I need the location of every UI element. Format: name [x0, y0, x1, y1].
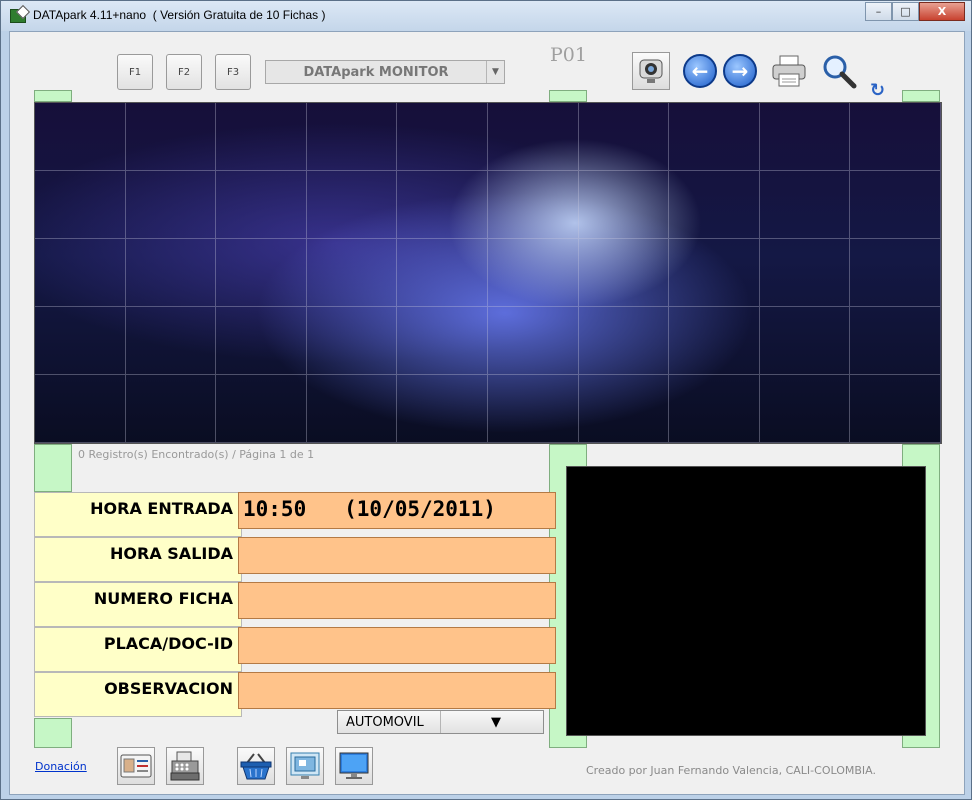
id-card-icon — [120, 754, 152, 778]
forward-arrow-icon: → — [723, 54, 757, 88]
screen-capture-icon — [290, 752, 320, 779]
banner-grid — [35, 103, 941, 443]
maximize-button[interactable]: □ — [892, 2, 919, 21]
vehicle-type-value: AUTOMOVIL — [346, 714, 424, 730]
f1-button[interactable]: F1 — [117, 54, 153, 90]
field-hora-salida[interactable] — [238, 537, 556, 574]
monitor-icon — [339, 752, 369, 779]
label-numero-ficha: NUMERO FICHA — [34, 582, 242, 627]
screen-capture-button[interactable] — [286, 747, 324, 785]
search-button[interactable] — [820, 52, 858, 90]
position-code: P01 — [550, 44, 587, 66]
magnifier-icon — [823, 55, 857, 89]
side-panel-mid-left — [34, 444, 72, 492]
close-button[interactable]: X — [919, 2, 965, 21]
monitor-select-value: DATApark MONITOR — [303, 64, 449, 80]
author-credit: Creado por Juan Fernando Valencia, CALI-… — [586, 764, 876, 777]
records-status: 0 Registro(s) Encontrado(s) / Página 1 d… — [78, 448, 315, 461]
side-panel-top-center — [549, 90, 587, 102]
refresh-icon[interactable]: ↻ — [870, 80, 885, 101]
forward-button[interactable]: → — [721, 52, 759, 90]
side-panel-bottom-left — [34, 718, 72, 748]
label-hora-entrada: HORA ENTRADA — [34, 492, 242, 537]
f3-button[interactable]: F3 — [215, 54, 251, 90]
webcam-button[interactable] — [632, 52, 670, 90]
cash-register-icon — [170, 751, 200, 781]
back-button[interactable]: ← — [681, 52, 719, 90]
side-panel-top-left — [34, 90, 72, 102]
monitor-select[interactable]: DATApark MONITOR ▼ — [265, 60, 505, 84]
minimize-button[interactable]: – — [865, 2, 892, 21]
client-area: F1 F2 F3 DATApark MONITOR ▼ P01 ← → ↻ 0 … — [9, 31, 965, 795]
field-hora-entrada[interactable]: 10:50 (10/05/2011) — [238, 492, 556, 529]
donation-link[interactable]: Donación — [35, 760, 87, 773]
webcam-icon — [639, 59, 663, 83]
window-title: DATApark 4.11+nano ( Versión Gratuita de… — [33, 8, 326, 22]
monitor-button[interactable] — [335, 747, 373, 785]
printer-icon — [772, 55, 806, 87]
vehicle-type-select[interactable]: AUTOMOVIL ▼ — [337, 710, 544, 734]
f2-button[interactable]: F2 — [166, 54, 202, 90]
chevron-down-icon[interactable]: ▼ — [486, 61, 504, 83]
chevron-down-icon[interactable]: ▼ — [440, 711, 543, 733]
camera-preview — [566, 466, 926, 736]
label-placa-doc-id: PLACA/DOC-ID — [34, 627, 242, 672]
field-observacion[interactable] — [238, 672, 556, 709]
app-icon — [10, 9, 26, 23]
basket-icon — [240, 753, 272, 780]
back-arrow-icon: ← — [683, 54, 717, 88]
title-bar[interactable]: DATApark 4.11+nano ( Versión Gratuita de… — [1, 1, 971, 31]
app-window: DATApark 4.11+nano ( Versión Gratuita de… — [0, 0, 972, 800]
side-panel-top-right — [902, 90, 940, 102]
field-numero-ficha[interactable] — [238, 582, 556, 619]
window-controls: – □ X — [865, 2, 965, 21]
id-card-button[interactable] — [117, 747, 155, 785]
label-observacion: OBSERVACION — [34, 672, 242, 717]
cash-register-button[interactable] — [166, 747, 204, 785]
basket-button[interactable] — [237, 747, 275, 785]
field-placa-doc-id[interactable] — [238, 627, 556, 664]
label-hora-salida: HORA SALIDA — [34, 537, 242, 582]
monitor-banner-image — [34, 102, 942, 444]
print-button[interactable] — [770, 52, 808, 90]
